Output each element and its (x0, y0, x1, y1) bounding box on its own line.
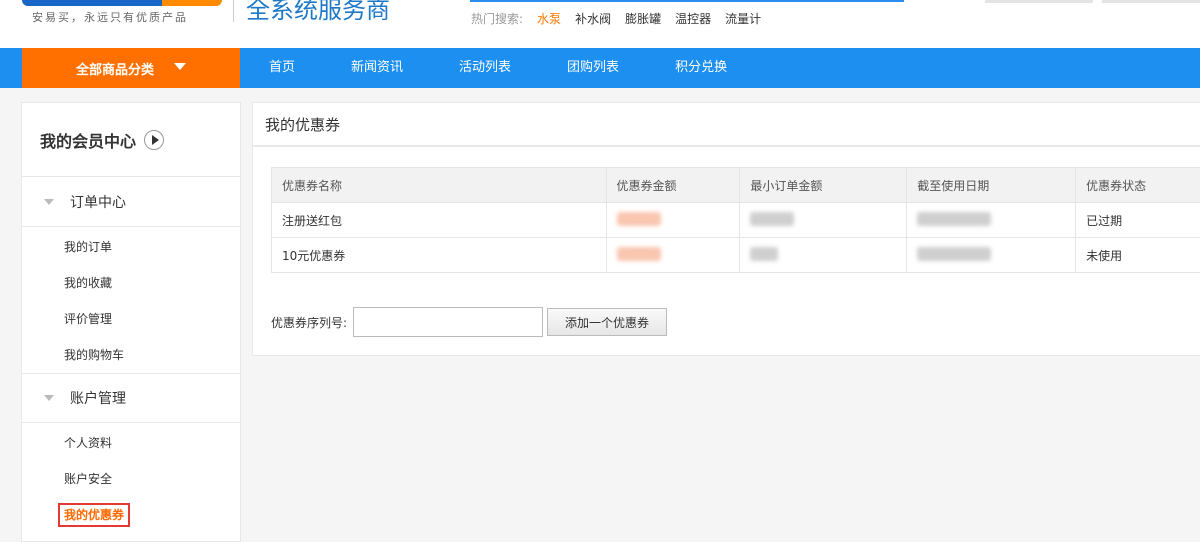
header-button[interactable] (985, 0, 1093, 3)
sidebar-title[interactable]: 我的会员中心 (22, 103, 240, 177)
sidebar-item-security[interactable]: 账户安全 (22, 461, 240, 497)
sidebar-item-cart[interactable]: 我的购物车 (22, 337, 240, 373)
search-bar[interactable] (470, 0, 904, 2)
coupon-amount (606, 238, 740, 273)
redacted-value (617, 247, 661, 261)
nav-link-news[interactable]: 新闻资讯 (323, 48, 431, 88)
nav-links: 首页 新闻资讯 活动列表 团购列表 积分兑换 (241, 48, 755, 88)
triangle-down-icon (44, 395, 54, 401)
coupon-expiry (907, 238, 1076, 273)
table-row: 注册送红包 已过期 (272, 203, 1200, 238)
nav-link-activities[interactable]: 活动列表 (431, 48, 539, 88)
redacted-value (917, 247, 991, 261)
sidebar-item-label: 我的优惠券 (58, 503, 130, 527)
sidebar-group-orders[interactable]: 订单中心 (22, 177, 240, 227)
coupon-name: 10元优惠券 (272, 238, 607, 273)
redacted-value (617, 212, 661, 226)
redacted-value (917, 212, 991, 226)
hot-search-keyword[interactable]: 水泵 (537, 10, 561, 27)
coupon-status: 未使用 (1076, 238, 1200, 273)
brand-title: 全系统服务商 (246, 0, 390, 25)
hot-search-label: 热门搜索: (471, 10, 523, 27)
hot-search-keyword[interactable]: 温控器 (675, 10, 711, 27)
hot-search-keyword[interactable]: 补水阀 (575, 10, 611, 27)
column-header: 最小订单金额 (740, 168, 907, 203)
all-categories-label: 全部商品分类 (76, 59, 154, 78)
nav-link-groupbuy[interactable]: 团购列表 (539, 48, 647, 88)
logo-slogan: 安易买，永远只有优质产品 (32, 9, 188, 25)
coupon-serial-form: 优惠券序列号: 添加一个优惠券 (271, 307, 667, 337)
coupon-min-order (740, 238, 907, 273)
hot-search-keyword[interactable]: 流量计 (725, 10, 761, 27)
sidebar-item-favorites[interactable]: 我的收藏 (22, 265, 240, 301)
add-coupon-button[interactable]: 添加一个优惠券 (547, 308, 667, 336)
coupon-serial-input[interactable] (353, 307, 543, 337)
nav-link-points[interactable]: 积分兑换 (647, 48, 755, 88)
coupon-name: 注册送红包 (272, 203, 607, 238)
coupon-amount (606, 203, 740, 238)
coupon-min-order (740, 203, 907, 238)
column-header: 优惠券名称 (272, 168, 607, 203)
sidebar-title-text: 我的会员中心 (40, 128, 136, 152)
triangle-down-icon (44, 199, 54, 205)
sidebar-item-profile[interactable]: 个人资料 (22, 425, 240, 461)
sidebar-item-my-coupons[interactable]: 我的优惠券 (22, 497, 240, 533)
redacted-value (750, 247, 778, 261)
nav-link-home[interactable]: 首页 (241, 48, 323, 88)
column-header: 截至使用日期 (907, 168, 1076, 203)
all-categories-button[interactable]: 全部商品分类 (22, 48, 240, 88)
sidebar-group-account[interactable]: 账户管理 (22, 373, 240, 423)
coupon-table: 优惠券名称 优惠券金额 最小订单金额 截至使用日期 优惠券状态 注册送红包 已过… (271, 167, 1200, 273)
table-row: 10元优惠券 未使用 (272, 238, 1200, 273)
site-header: 安易买，永远只有优质产品 全系统服务商 热门搜索: 水泵 补水阀 膨胀罐 温控器… (0, 0, 1200, 48)
header-divider (233, 0, 234, 22)
hot-search: 热门搜索: 水泵 补水阀 膨胀罐 温控器 流量计 (471, 10, 761, 27)
column-header: 优惠券状态 (1076, 168, 1200, 203)
column-header: 优惠券金额 (606, 168, 740, 203)
logo-mark (22, 0, 222, 6)
play-icon (144, 130, 164, 150)
sidebar-item-my-orders[interactable]: 我的订单 (22, 229, 240, 265)
sidebar-group-label: 订单中心 (70, 192, 126, 212)
redacted-value (750, 212, 794, 226)
site-logo[interactable]: 安易买，永远只有优质产品 (22, 0, 222, 32)
header-button[interactable] (1102, 0, 1200, 3)
sidebar-group-label: 账户管理 (70, 388, 126, 408)
table-header-row: 优惠券名称 优惠券金额 最小订单金额 截至使用日期 优惠券状态 (272, 168, 1200, 203)
hot-search-keyword[interactable]: 膨胀罐 (625, 10, 661, 27)
coupon-expiry (907, 203, 1076, 238)
coupon-status: 已过期 (1076, 203, 1200, 238)
coupon-panel: 我的优惠券 优惠券名称 优惠券金额 最小订单金额 截至使用日期 优惠券状态 注册… (252, 102, 1200, 356)
main-nav: 全部商品分类 首页 新闻资讯 活动列表 团购列表 积分兑换 (0, 48, 1200, 88)
member-sidebar: 我的会员中心 订单中心 我的订单 我的收藏 评价管理 我的购物车 账户管理 个人… (21, 102, 241, 542)
page-title: 我的优惠券 (253, 103, 1200, 147)
serial-label: 优惠券序列号: (271, 314, 347, 331)
sidebar-item-reviews[interactable]: 评价管理 (22, 301, 240, 337)
caret-down-icon (174, 63, 186, 70)
